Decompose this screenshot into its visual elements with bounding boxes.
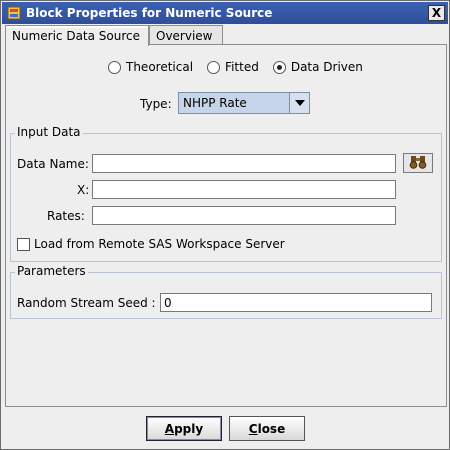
tab-panel: Theoretical Fitted Data Driven Type: NHP… <box>5 44 447 407</box>
radio-label: Data Driven <box>290 60 363 74</box>
data-name-label: Data Name: <box>17 157 89 171</box>
apply-button[interactable]: Apply <box>146 416 222 441</box>
type-label: Type: <box>140 97 172 111</box>
data-name-input[interactable] <box>92 154 396 173</box>
parameters-group: Parameters Random Stream Seed : 0 <box>10 264 442 319</box>
rates-input[interactable] <box>92 206 396 225</box>
x-label: X: <box>77 183 90 197</box>
window-title: Block Properties for Numeric Source <box>26 6 273 20</box>
source-type-radio-group: Theoretical Fitted Data Driven <box>108 60 377 74</box>
apply-label: pply <box>174 421 204 436</box>
apply-mnemonic: A <box>164 421 175 436</box>
tab-numeric-data-source[interactable]: Numeric Data Source <box>5 25 149 46</box>
close-icon[interactable]: X <box>428 5 445 21</box>
radio-theoretical[interactable]: Theoretical <box>108 60 193 74</box>
tab-label: Overview <box>156 28 213 43</box>
radio-button[interactable] <box>108 60 121 74</box>
chevron-down-icon[interactable] <box>289 93 309 113</box>
tab-label: Numeric Data Source <box>12 29 141 43</box>
binoculars-icon <box>409 155 427 172</box>
input-data-group: Input Data Data Name: X: Rates: Load fro… <box>10 125 442 262</box>
app-icon <box>6 5 22 21</box>
x-input[interactable] <box>92 180 396 199</box>
load-remote-checkbox-row[interactable]: Load from Remote SAS Workspace Server <box>17 237 285 251</box>
tab-overview[interactable]: Overview <box>149 25 223 45</box>
type-dropdown[interactable]: NHPP Rate <box>178 92 310 114</box>
close-button[interactable]: Close <box>229 416 305 441</box>
rates-label: Rates: <box>47 209 85 223</box>
load-remote-label: Load from Remote SAS Workspace Server <box>34 237 285 251</box>
load-remote-checkbox[interactable] <box>17 237 30 251</box>
group-title: Input Data <box>15 125 83 139</box>
title-bar[interactable]: Block Properties for Numeric Source X <box>2 2 448 24</box>
seed-label: Random Stream Seed : <box>17 296 156 310</box>
close-mnemonic: C <box>248 421 258 436</box>
type-selected-value: NHPP Rate <box>183 96 247 110</box>
dialog-window: Block Properties for Numeric Source X Nu… <box>0 0 450 450</box>
radio-fitted[interactable]: Fitted <box>207 60 259 74</box>
radio-data-driven[interactable]: Data Driven <box>272 60 363 74</box>
radio-button[interactable] <box>207 60 221 74</box>
radio-label: Theoretical <box>126 60 194 74</box>
radio-label: Fitted <box>225 60 259 74</box>
close-label: lose <box>257 421 286 436</box>
group-title: Parameters <box>15 264 88 278</box>
radio-button[interactable] <box>272 60 286 74</box>
browse-button[interactable] <box>403 153 433 173</box>
seed-input[interactable]: 0 <box>160 293 432 312</box>
button-bar: Apply Close <box>2 408 448 449</box>
